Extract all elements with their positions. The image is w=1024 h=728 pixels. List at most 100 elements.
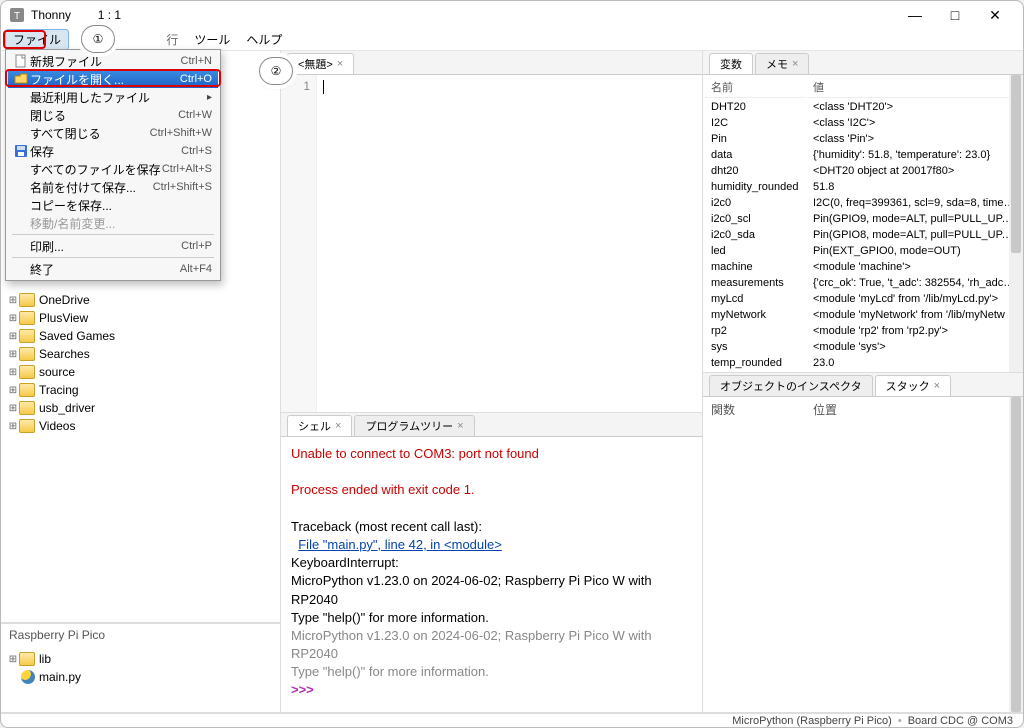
menu-file[interactable]: ファイル bbox=[5, 29, 69, 50]
menu-close[interactable]: 閉じる Ctrl+W bbox=[8, 106, 218, 124]
shell-info-line-grey: Type "help()" for more information. bbox=[291, 663, 692, 681]
var-name: humidity_rounded bbox=[705, 180, 805, 194]
scrollbar-track[interactable] bbox=[1009, 75, 1023, 372]
variable-row[interactable]: data{'humidity': 51.8, 'temperature': 23… bbox=[705, 148, 1021, 162]
minimize-button[interactable]: — bbox=[895, 1, 935, 29]
close-tab-icon[interactable]: × bbox=[934, 380, 940, 392]
menu-recent-files[interactable]: 最近利用したファイル ▸ bbox=[8, 88, 218, 106]
close-tab-icon[interactable]: × bbox=[457, 420, 463, 432]
variable-row[interactable]: measurements{'crc_ok': True, 't_adc': 38… bbox=[705, 276, 1021, 290]
scrollbar-track[interactable] bbox=[1009, 397, 1023, 712]
menu-new-file[interactable]: 新規ファイル Ctrl+N bbox=[8, 52, 218, 70]
inspector-col-func[interactable]: 関数 bbox=[705, 399, 805, 420]
folder-label: Videos bbox=[39, 419, 75, 433]
editor-textarea[interactable] bbox=[317, 75, 702, 412]
file-tree-item[interactable]: ⊞source bbox=[7, 363, 274, 381]
menu-close-all[interactable]: すべて閉じる Ctrl+Shift+W bbox=[8, 124, 218, 142]
shell-prompt[interactable]: >>> bbox=[291, 681, 692, 699]
expand-icon[interactable]: ⊞ bbox=[7, 421, 19, 432]
expand-icon[interactable]: ⊞ bbox=[7, 654, 19, 665]
variables-table-body[interactable]: 名前 値 DHT20<class 'DHT20'> I2C<class 'I2C'… bbox=[703, 75, 1023, 372]
expand-icon[interactable]: ⊞ bbox=[7, 403, 19, 414]
file-tree-item[interactable]: ⊞ Videos bbox=[7, 417, 274, 435]
expand-icon[interactable]: ⊞ bbox=[7, 331, 19, 342]
menu-open-file[interactable]: ファイルを開く... Ctrl+O bbox=[8, 70, 218, 88]
annotation-2: ② bbox=[259, 57, 293, 85]
file-tree-item[interactable]: ⊞PlusView bbox=[7, 309, 274, 327]
close-button[interactable]: ✕ bbox=[975, 1, 1015, 29]
folder-icon bbox=[19, 365, 35, 379]
shell-error-line: Unable to connect to COM3: port not foun… bbox=[291, 445, 692, 463]
inspector-col-pos[interactable]: 位置 bbox=[807, 399, 1021, 420]
menu-exit[interactable]: 終了 Alt+F4 bbox=[8, 260, 218, 278]
menu-move-rename[interactable]: 移動/名前変更... bbox=[8, 214, 218, 232]
stack-tab[interactable]: スタック × bbox=[875, 375, 951, 396]
editor-tab-untitled[interactable]: <無題> × bbox=[287, 53, 354, 74]
status-port[interactable]: Board CDC @ COM3 bbox=[908, 715, 1013, 727]
program-tree-tab[interactable]: プログラムツリー × bbox=[354, 415, 474, 436]
close-tab-icon[interactable]: × bbox=[337, 58, 343, 70]
menu-help[interactable]: ヘルプ bbox=[238, 29, 290, 50]
file-tree-item[interactable]: ⊞Saved Games bbox=[7, 327, 274, 345]
shell-output[interactable]: Unable to connect to COM3: port not foun… bbox=[281, 437, 702, 712]
variable-row[interactable]: dht20<DHT20 object at 20017f80> bbox=[705, 164, 1021, 178]
variable-row[interactable]: machine<module 'machine'> bbox=[705, 260, 1021, 274]
var-value: <module 'machine'> bbox=[807, 260, 1021, 274]
file-tree-item[interactable]: ⊞usb_driver bbox=[7, 399, 274, 417]
expand-icon[interactable]: ⊞ bbox=[7, 295, 19, 306]
variable-row[interactable]: rp2<module 'rp2' from 'rp2.py'> bbox=[705, 324, 1021, 338]
inspector-body[interactable]: 関数 位置 bbox=[703, 397, 1023, 712]
shell-tab[interactable]: シェル × bbox=[287, 415, 352, 436]
expand-icon[interactable]: ⊞ bbox=[7, 385, 19, 396]
vars-col-value[interactable]: 値 bbox=[807, 77, 1021, 98]
file-tree-item[interactable]: ⊞ Searches bbox=[7, 345, 274, 363]
expand-icon[interactable]: ⊞ bbox=[7, 313, 19, 324]
variable-row[interactable]: humidity_rounded51.8 bbox=[705, 180, 1021, 194]
vars-tabset: 変数 メモ × bbox=[703, 51, 1023, 75]
variable-row[interactable]: i2c0_sdaPin(GPIO8, mode=ALT, pull=PULL_U… bbox=[705, 228, 1021, 242]
menu-run-trunc[interactable]: 行 bbox=[158, 29, 186, 50]
variable-row[interactable]: i2c0I2C(0, freq=399361, scl=9, sda=8, ti… bbox=[705, 196, 1021, 210]
close-tab-icon[interactable]: × bbox=[792, 58, 798, 70]
pico-main-file[interactable]: main.py bbox=[7, 668, 274, 686]
file-tree-item[interactable]: ⊞Tracing bbox=[7, 381, 274, 399]
variable-row[interactable]: myNetwork<module 'myNetwork' from '/lib/… bbox=[705, 308, 1021, 322]
menu-print[interactable]: 印刷... Ctrl+P bbox=[8, 237, 218, 255]
menu-save-as[interactable]: 名前を付けて保存... Ctrl+Shift+S bbox=[8, 178, 218, 196]
status-interpreter[interactable]: MicroPython (Raspberry Pi Pico) bbox=[732, 715, 892, 727]
menu-save-all[interactable]: すべてのファイルを保存 Ctrl+Alt+S bbox=[8, 160, 218, 178]
shell-traceback-link[interactable]: File "main.py", line 42, in <module> bbox=[298, 537, 502, 552]
scrollbar-thumb[interactable] bbox=[1011, 397, 1021, 712]
inspector-tab-label: オブジェクトのインスペクタ bbox=[720, 378, 862, 394]
code-editor[interactable]: 1 bbox=[281, 75, 702, 412]
expand-icon[interactable]: ⊞ bbox=[7, 367, 19, 378]
close-tab-icon[interactable]: × bbox=[335, 420, 341, 432]
variable-row[interactable]: myLcd<module 'myLcd' from '/lib/myLcd.py… bbox=[705, 292, 1021, 306]
expand-icon[interactable]: ⊞ bbox=[7, 349, 19, 360]
menu-tools[interactable]: ツール bbox=[186, 29, 238, 50]
pico-lib-folder[interactable]: ⊞ lib bbox=[7, 650, 274, 668]
memo-tab[interactable]: メモ × bbox=[755, 53, 809, 74]
statusbar: MicroPython (Raspberry Pi Pico) • Board … bbox=[1, 713, 1023, 727]
file-menu-dropdown: 新規ファイル Ctrl+N ファイルを開く... Ctrl+O 最近利用したファ… bbox=[5, 49, 221, 281]
variables-tab[interactable]: 変数 bbox=[709, 53, 753, 74]
variable-row[interactable]: Pin<class 'Pin'> bbox=[705, 132, 1021, 146]
pico-panel: Raspberry Pi Pico ⊞ lib main.py bbox=[1, 623, 280, 713]
scrollbar-thumb[interactable] bbox=[1011, 75, 1021, 253]
variable-row[interactable]: i2c0_sclPin(GPIO9, mode=ALT, pull=PULL_U… bbox=[705, 212, 1021, 226]
maximize-button[interactable]: □ bbox=[935, 1, 975, 29]
variable-row[interactable]: DHT20<class 'DHT20'> bbox=[705, 100, 1021, 114]
var-value: <class 'I2C'> bbox=[807, 116, 1021, 130]
menu-new-file-label: 新規ファイル bbox=[30, 53, 181, 70]
file-tree-item[interactable]: ⊞OneDrive bbox=[7, 291, 274, 309]
pico-file-tree[interactable]: ⊞ lib main.py bbox=[1, 646, 280, 712]
vars-col-name[interactable]: 名前 bbox=[705, 77, 805, 98]
object-inspector-tab[interactable]: オブジェクトのインスペクタ bbox=[709, 375, 873, 396]
menu-save[interactable]: 保存 Ctrl+S bbox=[8, 142, 218, 160]
variable-row[interactable]: sys<module 'sys'> bbox=[705, 340, 1021, 354]
folder-label: Searches bbox=[39, 347, 90, 361]
variable-row[interactable]: I2C<class 'I2C'> bbox=[705, 116, 1021, 130]
menu-save-copy[interactable]: コピーを保存... bbox=[8, 196, 218, 214]
variable-row[interactable]: ledPin(EXT_GPIO0, mode=OUT) bbox=[705, 244, 1021, 258]
variable-row[interactable]: temp_rounded23.0 bbox=[705, 356, 1021, 370]
